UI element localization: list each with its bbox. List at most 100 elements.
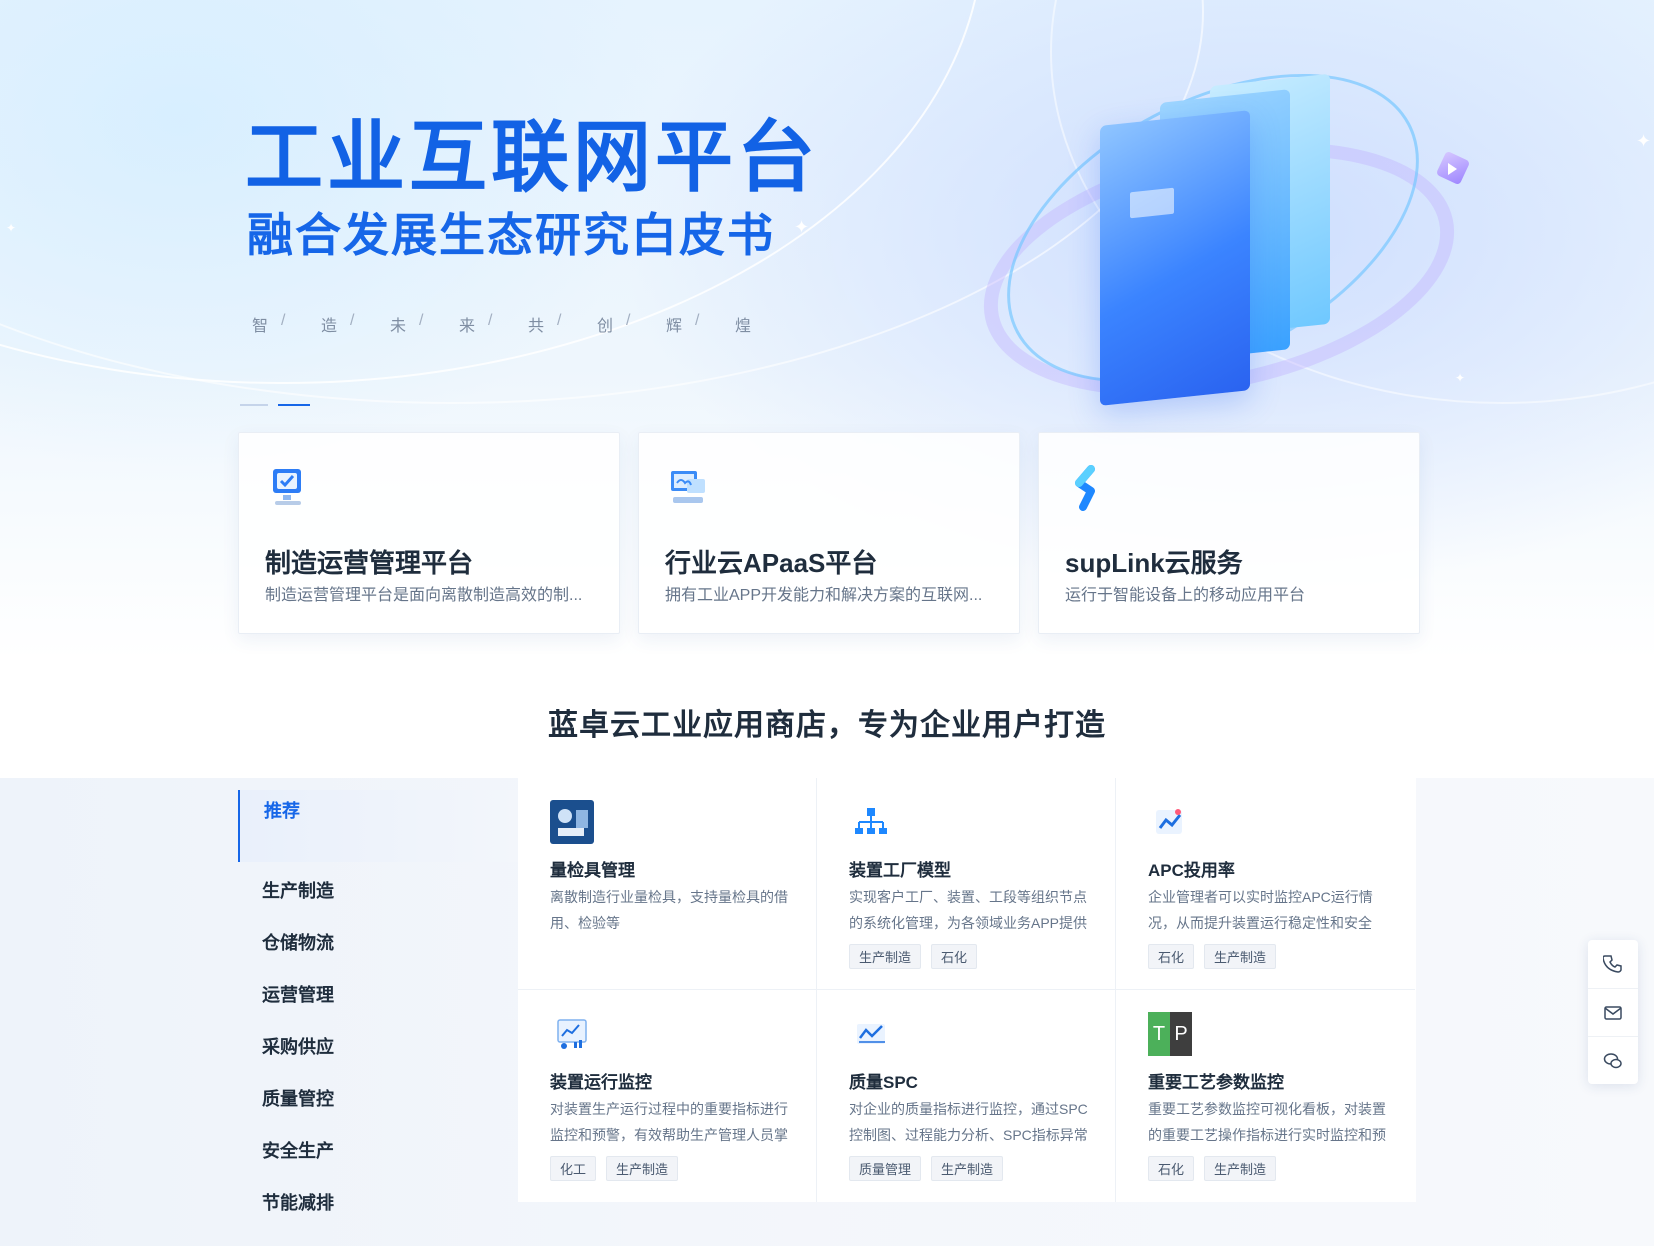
slogan-char: 来 — [459, 318, 476, 335]
sparkle-icon: ✦ — [794, 217, 810, 237]
app-desc: 离散制造行业量检具，支持量检具的借用、检验等 — [550, 889, 788, 931]
book-label — [1130, 187, 1174, 219]
slogan-separator: / — [281, 312, 286, 329]
app-tag[interactable]: 石化 — [1148, 1156, 1195, 1181]
app-tags: 生产制造 石化 — [849, 944, 978, 969]
tp-logo-letter: T — [1148, 1012, 1170, 1056]
chat-icon — [1603, 1053, 1622, 1069]
carousel-indicator[interactable] — [240, 404, 310, 406]
app-title: 装置运行监控 — [550, 1073, 652, 1092]
tp-logo-icon: T P — [1148, 1012, 1192, 1056]
phone-icon — [1603, 955, 1622, 973]
app-desc: 重要工艺参数监控可视化看板，对装置的重要工艺操作指标进行实时监控和预 — [1148, 1101, 1386, 1143]
app-tag[interactable]: 石化 — [931, 944, 978, 969]
app-card[interactable]: APC投用率 企业管理者可以实时监控APC运行情况，从而提升装置运行稳定性和安全… — [1116, 778, 1415, 990]
app-tags: 质量管理 生产制造 — [849, 1156, 1004, 1181]
app-desc: 企业管理者可以实时监控APC运行情况，从而提升装置运行稳定性和安全 — [1148, 889, 1373, 931]
sparkle-icon: ✦ — [1455, 371, 1466, 385]
app-tags: 石化 生产制造 — [1148, 1156, 1277, 1181]
play-icon — [1448, 163, 1457, 175]
tp-logo-letter: P — [1170, 1012, 1192, 1056]
slogan-separator: / — [350, 312, 355, 329]
category-operations[interactable]: 运营管理 — [238, 980, 518, 1010]
product-card-apaas[interactable]: 行业云APaaS平台 拥有工业APP开发能力和解决方案的互联网... — [638, 432, 1020, 634]
app-title: 质量SPC — [849, 1073, 918, 1092]
product-card-suplink[interactable]: supLink云服务 运行于智能设备上的移动应用平台 — [1038, 432, 1420, 634]
mail-button[interactable] — [1588, 988, 1638, 1037]
whitepaper-book-illustration — [956, 10, 1478, 446]
app-desc: 对装置生产运行过程中的重要指标进行监控和预警，有效帮助生产管理人员掌 — [550, 1101, 788, 1143]
sparkle-icon: ✦ — [6, 221, 17, 235]
carousel-dot-active[interactable] — [278, 404, 310, 406]
monitor-chart-icon — [557, 1019, 587, 1049]
slogan-char: 创 — [597, 318, 614, 335]
store-section-title: 蓝卓云工业应用商店，专为企业用户打造 — [548, 709, 1106, 742]
app-desc: 实现客户工厂、装置、工段等组织节点的系统化管理，为各领域业务APP提供 — [849, 889, 1088, 931]
gauge-tool-icon — [550, 800, 594, 844]
app-tag[interactable]: 生产制造 — [849, 944, 922, 969]
slogan-char: 煌 — [735, 318, 752, 335]
category-production[interactable]: 生产制造 — [238, 876, 518, 906]
category-recommend[interactable]: 推荐 — [238, 790, 518, 862]
product-title: 行业云APaaS平台 — [665, 548, 878, 578]
app-tag[interactable]: 质量管理 — [849, 1156, 922, 1181]
app-desc: 对企业的质量指标进行监控，通过SPC控制图、过程能力分析、SPC指标异常 — [849, 1101, 1088, 1143]
product-desc: 运行于智能设备上的移动应用平台 — [1065, 587, 1306, 604]
app-tag[interactable]: 生产制造 — [606, 1156, 679, 1181]
suplink-logo-icon — [1075, 465, 1095, 511]
category-safety[interactable]: 安全生产 — [238, 1136, 518, 1166]
trend-chart-icon — [1156, 809, 1182, 834]
slogan-separator: / — [695, 312, 700, 329]
monitor-check-icon — [273, 469, 301, 505]
slogan-separator: / — [488, 312, 493, 329]
slogan-char: 辉 — [666, 318, 683, 335]
app-card[interactable]: T P 重要工艺参数监控 重要工艺参数监控可视化看板，对装置的重要工艺操作指标进… — [1116, 990, 1415, 1202]
app-card[interactable]: 量检具管理 离散制造行业量检具，支持量检具的借用、检验等 — [518, 778, 817, 990]
slogan-separator: / — [626, 312, 631, 329]
factory-tree-icon — [855, 808, 887, 834]
app-tag[interactable]: 石化 — [1148, 944, 1195, 969]
product-title: supLink云服务 — [1065, 548, 1243, 578]
slogan-separator: / — [557, 312, 562, 329]
hero-title: 工业互联网平台 — [245, 113, 820, 201]
category-procurement[interactable]: 采购供应 — [238, 1032, 518, 1062]
product-card-mom[interactable]: 制造运营管理平台 制造运营管理平台是面向离散制造高效的制... — [238, 432, 620, 634]
category-quality[interactable]: 质量管控 — [238, 1084, 518, 1114]
hero-slogan: 智 / 造 / 未 / 来 / 共 / 创 / 辉 / 煌 — [252, 312, 764, 336]
contact-toolbar — [1588, 940, 1638, 1084]
phone-button[interactable] — [1588, 940, 1638, 988]
category-warehouse[interactable]: 仓储物流 — [238, 928, 518, 958]
app-card[interactable]: 质量SPC 对企业的质量指标进行监控，通过SPC控制图、过程能力分析、SPC指标… — [817, 990, 1116, 1202]
app-tags: 石化 生产制造 — [1148, 944, 1277, 969]
app-tag[interactable]: 化工 — [550, 1156, 597, 1181]
app-title: APC投用率 — [1148, 861, 1235, 880]
app-grid: 量检具管理 离散制造行业量检具，支持量检具的借用、检验等 装置工厂模型 实现客户… — [518, 778, 1416, 1202]
chat-button[interactable] — [1588, 1036, 1638, 1085]
mail-icon — [1604, 1006, 1622, 1020]
app-tag[interactable]: 生产制造 — [931, 1156, 1004, 1181]
app-card[interactable]: 装置运行监控 对装置生产运行过程中的重要指标进行监控和预警，有效帮助生产管理人员… — [518, 990, 817, 1202]
slogan-char: 共 — [528, 318, 545, 335]
book-shape — [1100, 110, 1250, 406]
slogan-char: 未 — [390, 318, 407, 335]
category-energy[interactable]: 节能减排 — [238, 1188, 518, 1218]
server-cloud-icon — [671, 471, 705, 503]
product-desc: 拥有工业APP开发能力和解决方案的互联网... — [665, 587, 983, 604]
slogan-char: 造 — [321, 318, 338, 335]
app-tags: 化工 生产制造 — [550, 1156, 679, 1181]
line-chart-icon — [857, 1024, 885, 1044]
sparkle-icon: ✦ — [1636, 131, 1652, 151]
product-desc: 制造运营管理平台是面向离散制造高效的制... — [265, 587, 583, 604]
carousel-dot[interactable] — [240, 404, 268, 406]
app-tag[interactable]: 生产制造 — [1204, 944, 1277, 969]
category-sidebar: 推荐 生产制造 仓储物流 运营管理 采购供应 质量管控 安全生产 节能减排 — [238, 790, 518, 1246]
app-title: 装置工厂模型 — [849, 861, 951, 880]
product-cards: 制造运营管理平台 制造运营管理平台是面向离散制造高效的制... 行业云APaaS… — [238, 432, 1420, 634]
hero-subtitle: 融合发展生态研究白皮书 — [247, 209, 775, 261]
app-tag[interactable]: 生产制造 — [1204, 1156, 1277, 1181]
slogan-separator: / — [419, 312, 424, 329]
app-title: 重要工艺参数监控 — [1148, 1073, 1284, 1092]
app-card[interactable]: 装置工厂模型 实现客户工厂、装置、工段等组织节点的系统化管理，为各领域业务APP… — [817, 778, 1116, 990]
slogan-char: 智 — [252, 318, 269, 335]
product-title: 制造运营管理平台 — [265, 548, 474, 578]
